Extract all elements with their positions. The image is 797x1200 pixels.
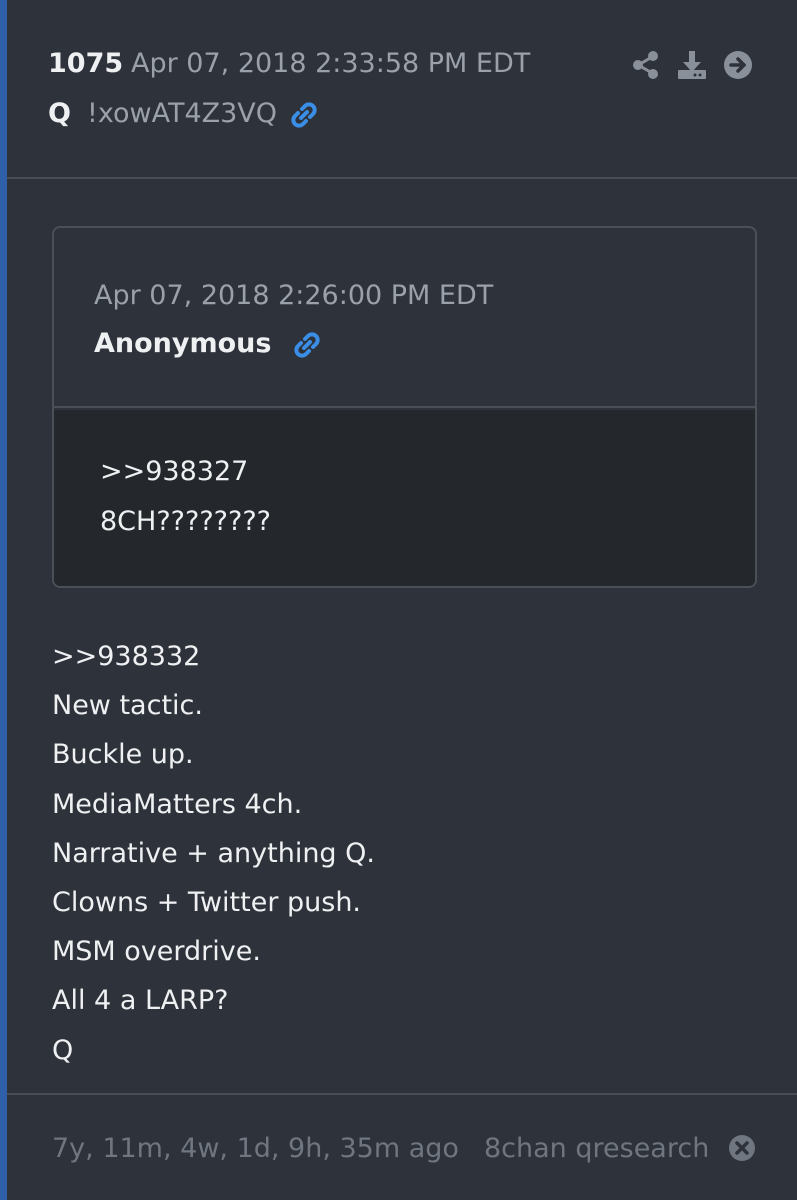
post-number[interactable]: 1075	[48, 48, 123, 79]
close-icon[interactable]	[727, 1133, 757, 1163]
post-date: Apr 07, 2018 2:33:58 PM EDT	[131, 48, 531, 79]
post-body-line: Q	[52, 1034, 74, 1066]
post-body-line: All 4 a LARP?	[52, 985, 229, 1017]
post-body-line: Clowns + Twitter push.	[52, 887, 362, 919]
quoted-post: Apr 07, 2018 2:26:00 PM EDT Anonymous >>…	[52, 226, 757, 588]
post-body-line: >>938332	[52, 641, 201, 672]
post-body-line: Narrative + anything Q.	[52, 837, 375, 869]
post-author: Q	[48, 98, 71, 129]
download-icon[interactable]	[677, 50, 707, 80]
link-icon[interactable]	[289, 100, 319, 130]
post-footer: 7y, 11m, 4w, 1d, 9h, 35m ago 8chan qrese…	[7, 1093, 797, 1200]
quoted-post-date: Apr 07, 2018 2:26:00 PM EDT	[94, 280, 494, 311]
quoted-post-line: >>938327	[100, 456, 249, 487]
post-body-line: MediaMatters 4ch.	[52, 788, 303, 820]
post-card: 1075 Apr 07, 2018 2:33:58 PM EDT Q !xowA…	[7, 0, 797, 1200]
quoted-post-body: >>938327 8CH????????	[54, 410, 755, 586]
quoted-post-line: 8CH????????	[100, 506, 271, 537]
post-body-line: MSM overdrive.	[52, 936, 261, 968]
link-icon[interactable]	[292, 330, 322, 360]
source-label: 8chan qresearch	[484, 1133, 710, 1164]
time-ago: 7y, 11m, 4w, 1d, 9h, 35m ago	[52, 1133, 459, 1164]
quoted-post-header: Apr 07, 2018 2:26:00 PM EDT Anonymous	[54, 228, 755, 408]
post-header: 1075 Apr 07, 2018 2:33:58 PM EDT Q !xowA…	[7, 0, 797, 179]
post-body-line: New tactic.	[52, 690, 203, 722]
quoted-post-author: Anonymous	[94, 328, 272, 359]
post-body: >>938332 New tactic. Buckle up. MediaMat…	[52, 632, 375, 1075]
post-actions	[631, 50, 761, 82]
post-tripcode: !xowAT4Z3VQ	[87, 98, 278, 129]
arrow-right-icon[interactable]	[723, 50, 753, 80]
share-icon[interactable]	[631, 50, 661, 80]
accent-bar	[0, 0, 7, 1200]
post-body-line: Buckle up.	[52, 739, 194, 771]
